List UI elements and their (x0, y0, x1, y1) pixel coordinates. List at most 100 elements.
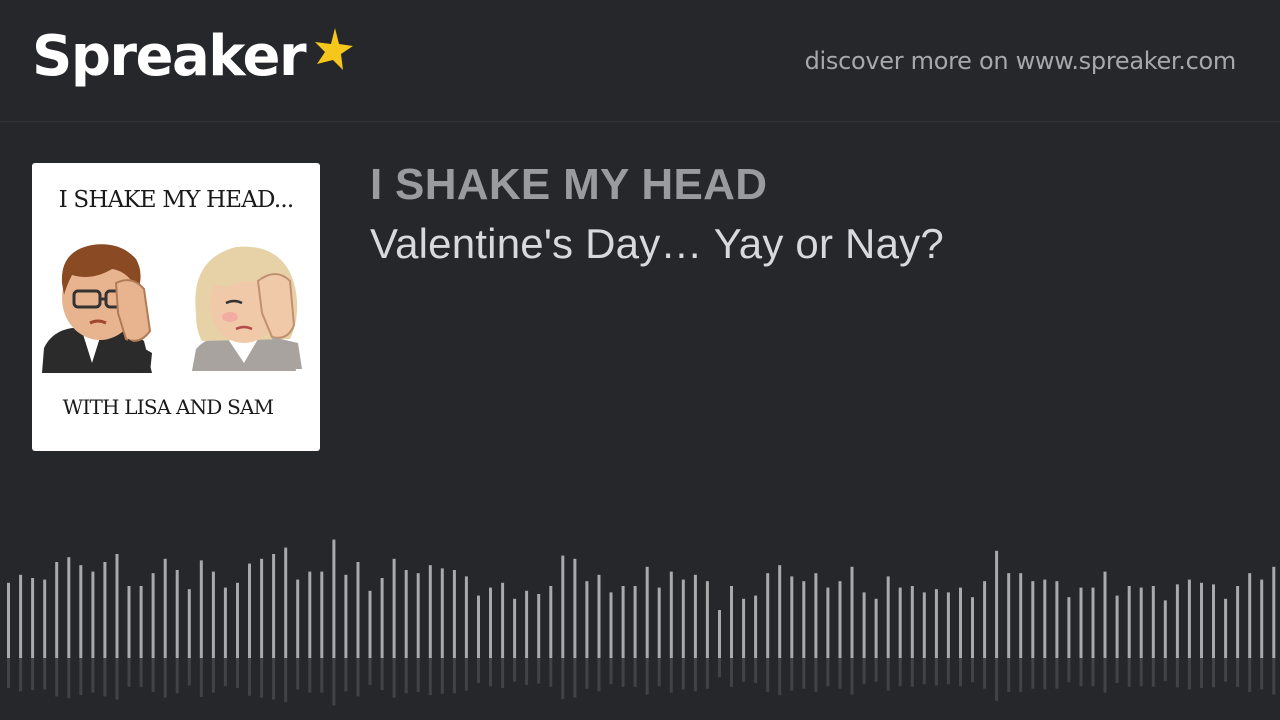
waveform-bar (1151, 586, 1155, 658)
waveform-bar (260, 558, 264, 658)
waveform-bar (79, 565, 83, 658)
waveform-bar (440, 568, 444, 658)
waveform-bar (766, 573, 770, 658)
waveform-bar (1248, 573, 1252, 658)
waveform-bar-reflection (1019, 658, 1023, 692)
waveform-bar-reflection (561, 658, 565, 699)
waveform-bar-reflection (260, 658, 264, 698)
waveform-bar-reflection (537, 658, 541, 684)
waveform-bar-reflection (67, 658, 71, 699)
waveform-bar-reflection (959, 658, 962, 687)
waveform-bar (1007, 573, 1011, 658)
waveform-bar (139, 586, 143, 658)
waveform-bar (669, 571, 673, 658)
waveform-bar (7, 582, 10, 658)
waveform-bar-reflection (308, 658, 312, 693)
waveform-bar (368, 590, 372, 658)
waveform-bar (621, 586, 625, 658)
waveform-bar (151, 573, 155, 658)
waveform-bar-reflection (223, 658, 227, 687)
star-icon (315, 28, 354, 70)
waveform-bar (838, 581, 842, 658)
waveform-bar (284, 547, 288, 658)
waveform-bar-reflection (1127, 658, 1131, 687)
waveform-bar-reflection (1079, 658, 1083, 687)
waveform-bar-reflection (7, 658, 10, 689)
waveform-bar-reflection (525, 658, 529, 685)
waveform-bar-reflection (428, 658, 432, 696)
podcast-cover-art: I SHAKE MY HEAD... WITH LISA AND SAM (32, 163, 320, 451)
waveform-bar (730, 586, 733, 658)
spreaker-logo[interactable]: Spreaker (32, 22, 355, 92)
waveform-bar-reflection (778, 658, 782, 696)
waveform-bar-reflection (55, 658, 59, 697)
discover-link[interactable]: discover more on www.spreaker.com (805, 47, 1237, 75)
waveform-bar (681, 579, 685, 658)
waveform-bar (115, 554, 119, 658)
waveform-bar (272, 554, 276, 658)
waveform-bar-reflection (850, 658, 854, 695)
waveform-bar (356, 562, 360, 658)
waveform-bar (850, 566, 854, 658)
waveform-bar-reflection (91, 658, 95, 693)
waveform-bar-reflection (1260, 658, 1264, 690)
waveform-bar-reflection (862, 658, 866, 685)
waveform-bar-reflection (693, 658, 697, 692)
waveform-bar-reflection (115, 658, 119, 700)
waveform-bar (1236, 586, 1240, 658)
waveform-bar-reflection (826, 658, 830, 687)
waveform-bar-reflection (236, 658, 239, 689)
waveform-bar-reflection (175, 658, 179, 694)
waveform-bar (910, 586, 914, 658)
waveform-bar (248, 563, 251, 658)
waveform-bar (549, 586, 553, 658)
waveform-bar (175, 570, 179, 658)
waveform-bar-reflection (1236, 658, 1240, 687)
cover-art-subtitle: WITH LISA AND SAM (62, 395, 274, 419)
waveform-bar (934, 589, 938, 658)
waveform-bar-reflection (416, 658, 420, 692)
waveform-bar-reflection (983, 658, 987, 689)
waveform-bar (1139, 587, 1143, 658)
waveform-bar (802, 581, 806, 658)
waveform-bar (898, 587, 902, 658)
waveform-bar (296, 579, 300, 658)
waveform-bar-reflection (946, 658, 950, 685)
waveform-bar-reflection (440, 658, 444, 694)
waveform-bar-reflection (730, 658, 733, 687)
episode-title: Valentine's Day… Yay or Nay? (370, 220, 944, 267)
waveform-bar-reflection (838, 658, 842, 689)
waveform-bar (633, 586, 637, 658)
waveform-bar (67, 557, 71, 658)
waveform-bar (525, 590, 529, 658)
waveform-bar (946, 592, 950, 658)
waveform-bar (308, 571, 312, 658)
waveform-bar (959, 587, 962, 658)
waveform-bar (1272, 566, 1276, 658)
waveform-bar-reflection (1007, 658, 1011, 692)
waveform-bar-reflection (31, 658, 35, 690)
waveform-bar-reflection (1043, 658, 1047, 690)
cover-art-title: I SHAKE MY HEAD... (58, 187, 295, 213)
waveform-bar-reflection (1055, 658, 1059, 689)
waveform-bar-reflection (971, 658, 974, 683)
waveform-bar-reflection (802, 658, 806, 689)
waveform-bar-reflection (163, 658, 167, 698)
waveform-bar-reflection (320, 658, 324, 693)
waveform-bar (693, 574, 697, 658)
waveform-bar-reflection (368, 658, 372, 685)
waveform-bar (1031, 581, 1035, 658)
waveform-bar-reflection (754, 658, 758, 683)
waveform-bar-reflection (657, 658, 661, 687)
waveform-bar-reflection (1224, 658, 1228, 682)
waveform-bar (742, 598, 746, 658)
waveform-bar-reflection (211, 658, 215, 693)
waveform-bar-reflection (669, 658, 673, 693)
waveform-bar-reflection (995, 658, 999, 701)
waveform-bar (211, 571, 215, 658)
waveform-bar (452, 570, 456, 658)
waveform-bar (778, 565, 782, 658)
waveform-bar-reflection (681, 658, 685, 690)
waveform-bar-reflection (187, 658, 191, 686)
waveform-bar-reflection (621, 658, 625, 687)
